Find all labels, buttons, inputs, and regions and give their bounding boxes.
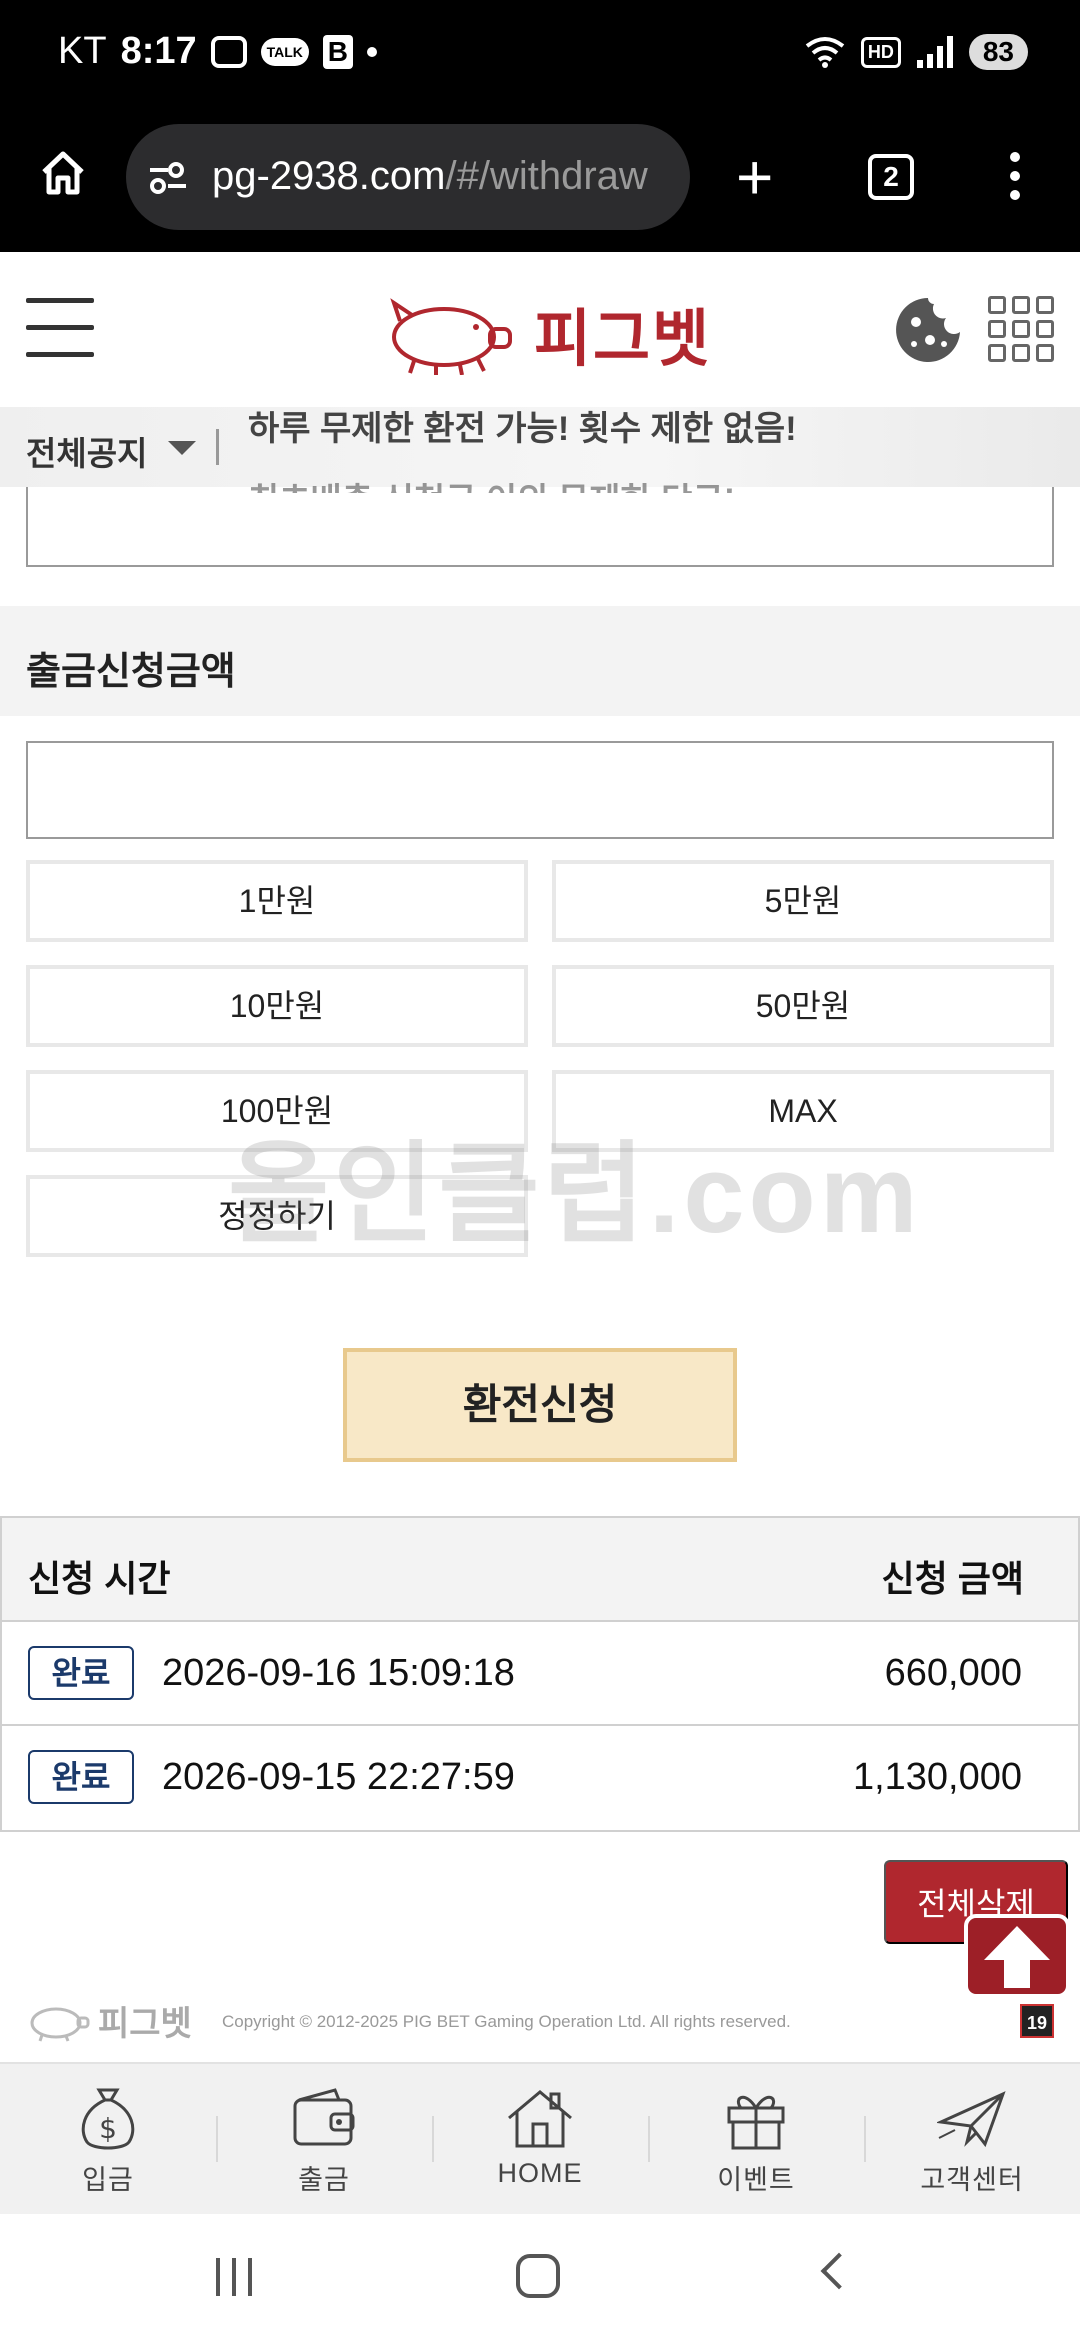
kakaotalk-icon: TALK xyxy=(260,37,309,66)
status-badge: 완료 xyxy=(28,1646,134,1700)
site-logo[interactable]: 피그벳 xyxy=(380,288,711,378)
column-header-amount: 신청 금액 xyxy=(881,1558,1024,1599)
browser-home-icon[interactable] xyxy=(38,148,88,198)
notice-bar: 전체공지 하루 무제한 환전 가능! 횟수 제한 없음! 최초배출 신청금 이외… xyxy=(0,407,1080,493)
nav-support[interactable]: 고객센터 xyxy=(864,2064,1080,2214)
nav-label: 고객센터 xyxy=(920,2165,1024,2195)
request-time: 2026-09-15 22:27:59 xyxy=(162,1756,515,1798)
bottom-navigation: $ 입금 출금 HOME 이벤트 고객센터 xyxy=(0,2062,1080,2214)
nav-label: HOME xyxy=(497,2158,583,2188)
svg-text:$: $ xyxy=(99,2112,117,2145)
withdraw-amount-input[interactable] xyxy=(26,741,1054,839)
section-header: 출금신청금액 xyxy=(0,606,1080,716)
scroll-to-top-button[interactable] xyxy=(964,1914,1070,1998)
table-header: 신청 시간 신청 금액 xyxy=(2,1518,1078,1622)
withdraw-submit-button[interactable]: 환전신청 xyxy=(343,1348,737,1462)
arrow-up-icon xyxy=(984,1926,1050,1988)
clock: 8:17 xyxy=(120,30,197,72)
nav-deposit[interactable]: $ 입금 xyxy=(0,2064,216,2214)
new-tab-icon[interactable]: + xyxy=(736,145,773,209)
nav-event[interactable]: 이벤트 xyxy=(648,2064,864,2214)
site-header: 피그벳 xyxy=(0,252,1080,407)
site-settings-icon[interactable] xyxy=(148,160,188,196)
signal-icon xyxy=(916,36,953,68)
nav-label: 입금 xyxy=(82,2165,134,2195)
amount-100k-button[interactable]: 10만원 xyxy=(26,965,528,1047)
system-home-icon[interactable] xyxy=(516,2254,560,2298)
amount-500k-button[interactable]: 50만원 xyxy=(552,965,1054,1047)
hd-voice-icon: HD xyxy=(860,36,901,68)
url-text: pg-2938.com/#/withdraw xyxy=(212,154,648,199)
footer-logo: 피그벳 xyxy=(26,1996,192,2045)
cookie-icon[interactable] xyxy=(894,296,962,364)
notice-text: 하루 무제한 환전 가능! 횟수 제한 없음! xyxy=(248,410,797,448)
house-icon xyxy=(508,2090,572,2148)
logo-text: 피그벳 xyxy=(534,305,712,374)
battery-indicator: 83 xyxy=(968,34,1028,70)
table-row: 완료 2026-09-15 22:27:59 1,130,000 xyxy=(2,1726,1078,1830)
screenshot-icon xyxy=(210,35,247,68)
system-navigation-bar xyxy=(0,2214,1080,2340)
tab-switcher-button[interactable]: 2 xyxy=(868,154,914,200)
pig-logo-icon xyxy=(390,298,512,375)
wifi-icon xyxy=(805,37,845,68)
copyright-text: Copyright © 2012-2025 PIG BET Gaming Ope… xyxy=(222,2012,791,2031)
back-icon[interactable] xyxy=(820,2252,858,2290)
money-bag-icon: $ xyxy=(81,2088,135,2150)
gift-icon xyxy=(727,2095,785,2150)
amount-1m-button[interactable]: 100만원 xyxy=(26,1070,528,1152)
nav-label: 이벤트 xyxy=(717,2165,795,2195)
table-row: 완료 2026-09-16 15:09:18 660,000 xyxy=(2,1622,1078,1726)
amount-max-button[interactable]: MAX xyxy=(552,1070,1054,1152)
request-amount: 1,130,000 xyxy=(852,1756,1022,1798)
request-amount: 660,000 xyxy=(884,1652,1022,1694)
b-app-icon: B xyxy=(322,34,353,69)
request-time: 2026-09-16 15:09:18 xyxy=(162,1652,515,1694)
status-badge: 완료 xyxy=(28,1750,134,1804)
footer-logo-text: 피그벳 xyxy=(98,2005,192,2043)
paper-plane-icon xyxy=(937,2091,1006,2148)
notification-dot-icon xyxy=(366,46,377,57)
site-footer: 피그벳 Copyright © 2012-2025 PIG BET Gaming… xyxy=(0,1990,1080,2060)
divider xyxy=(216,429,219,465)
address-bar[interactable]: pg-2938.com/#/withdraw xyxy=(126,124,690,230)
wallet-icon xyxy=(293,2088,355,2146)
apps-grid-icon[interactable] xyxy=(988,296,1054,362)
recent-apps-icon[interactable] xyxy=(216,2258,252,2296)
amount-10k-button[interactable]: 1만원 xyxy=(26,860,528,942)
browser-toolbar: pg-2938.com/#/withdraw + 2 xyxy=(0,112,1080,252)
amount-reset-button[interactable]: 정정하기 xyxy=(26,1175,528,1257)
carrier-label: KT xyxy=(58,30,107,72)
nav-label: 출금 xyxy=(298,2165,350,2195)
age-restriction-badge: 19 xyxy=(1020,2004,1054,2038)
column-header-time: 신청 시간 xyxy=(28,1558,171,1599)
pig-logo-icon xyxy=(30,2007,90,2042)
section-title: 출금신청금액 xyxy=(26,651,236,693)
caret-down-icon[interactable] xyxy=(168,441,196,455)
status-bar: KT 8:17 TALK B HD 83 xyxy=(0,0,1080,112)
nav-withdraw[interactable]: 출금 xyxy=(216,2064,432,2214)
notice-label[interactable]: 전체공지 xyxy=(26,427,147,475)
more-options-icon[interactable] xyxy=(1010,152,1020,209)
withdraw-history-table: 신청 시간 신청 금액 완료 2026-09-16 15:09:18 660,0… xyxy=(0,1516,1080,1832)
account-info-box xyxy=(26,487,1054,567)
hamburger-menu-icon[interactable] xyxy=(26,298,94,379)
url-path: /#/withdraw xyxy=(445,154,648,198)
nav-home[interactable]: HOME xyxy=(432,2064,648,2214)
url-domain: pg-2938.com xyxy=(212,154,446,198)
amount-50k-button[interactable]: 5만원 xyxy=(552,860,1054,942)
